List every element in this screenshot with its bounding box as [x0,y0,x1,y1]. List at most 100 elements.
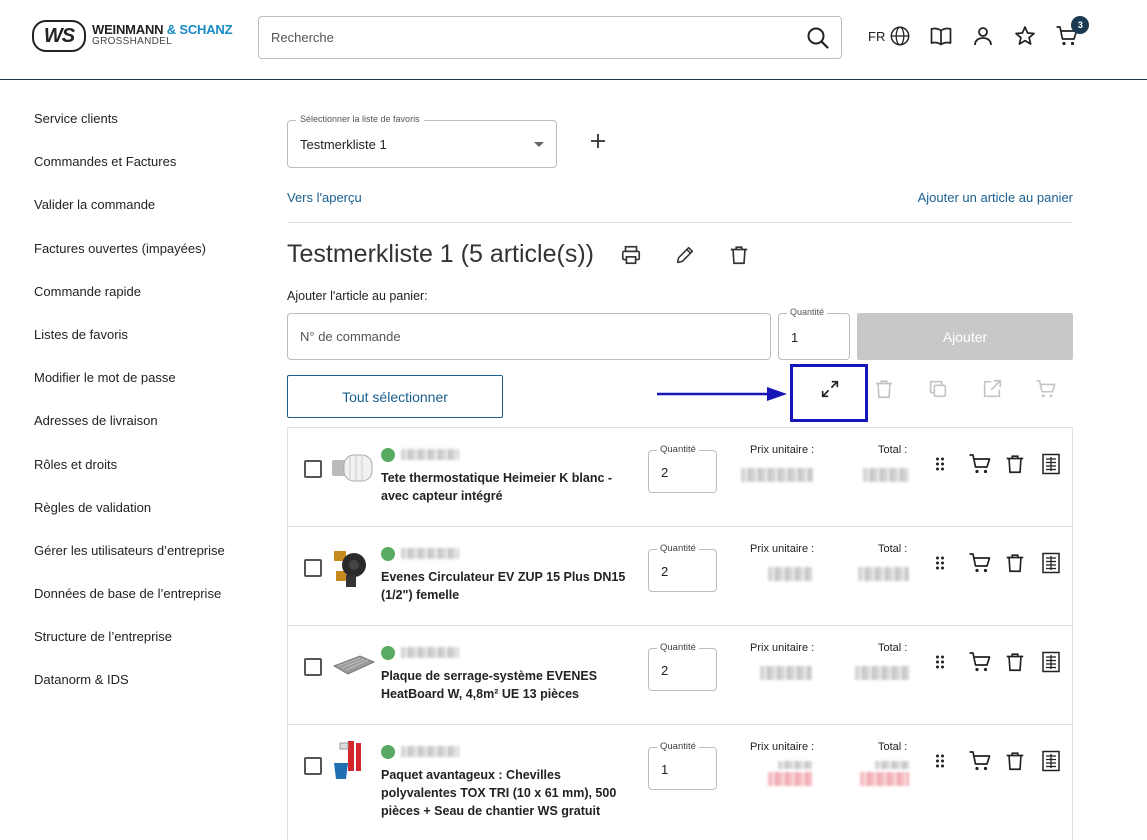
account-sidebar: Service clients Commandes et Factures Va… [34,110,225,715]
row-add-to-cart-button[interactable] [968,452,992,476]
row-datasheet-button[interactable] [1039,650,1063,674]
site-header: WS WEINMANN & SCHANZ GROSSHANDEL FR 3 [0,0,1147,80]
cart-count-badge: 3 [1071,16,1090,34]
quantity-field[interactable]: Quantité 2 [648,543,717,592]
redacted-old-unit-price [778,761,812,769]
sidebar-item-adresses-livraison[interactable]: Adresses de livraison [34,412,225,455]
sidebar-item-factures-ouvertes[interactable]: Factures ouvertes (impayées) [34,240,225,283]
quantity-field[interactable]: Quantité 1 [648,741,717,790]
add-to-cart-button[interactable]: Ajouter [857,313,1073,360]
edit-list-button[interactable] [673,243,697,267]
bulk-delete-button[interactable] [872,377,896,401]
sidebar-item-utilisateurs[interactable]: Gérer les utilisateurs d’entreprise [34,542,225,585]
row-checkbox[interactable] [304,559,322,577]
search-button[interactable] [795,17,841,58]
dropdown-arrow-icon [534,142,544,147]
sidebar-item-regles-validation[interactable]: Règles de validation [34,499,225,542]
catalog-button[interactable] [929,24,953,48]
trash-icon [875,380,893,399]
quantity-label: Quantité [657,741,699,752]
stock-status-indicator [381,448,395,462]
stock-status-indicator [381,745,395,759]
bulk-add-to-cart-button[interactable] [1034,377,1058,401]
product-image-heatboard [332,655,376,675]
divider [287,222,1073,223]
expand-view-button[interactable] [818,377,842,401]
sidebar-item-structure[interactable]: Structure de l’entreprise [34,628,225,671]
unit-price-label: Prix unitaire : [750,444,815,456]
row-add-to-cart-button[interactable] [968,749,992,773]
plus-icon [591,134,605,148]
table-row: Paquet avantageux : Chevilles polyvalent… [288,725,1072,840]
table-row: Tete thermostatique Heimeier K blanc - a… [288,428,1072,527]
row-delete-button[interactable] [1003,749,1027,773]
drag-handle-icon [936,457,944,471]
globe-icon [890,26,910,46]
quantity-label: Quantité [787,307,828,317]
delete-list-button[interactable] [727,243,751,267]
row-add-to-cart-button[interactable] [968,551,992,575]
quantity-field[interactable]: Quantité 2 [648,444,717,493]
order-number-input[interactable] [287,313,771,360]
cart-icon [969,652,991,672]
sidebar-item-roles-droits[interactable]: Rôles et droits [34,456,225,499]
redacted-unit-price [760,666,812,680]
sidebar-item-commandes-factures[interactable]: Commandes et Factures [34,153,225,196]
select-all-button[interactable]: Tout sélectionner [287,375,503,418]
total-label: Total : [878,444,908,456]
new-list-button[interactable] [586,129,610,153]
trash-icon [1006,752,1024,771]
quantity-value: 1 [791,330,799,345]
row-checkbox[interactable] [304,460,322,478]
bulk-copy-button[interactable] [926,377,950,401]
redacted-unit-price [768,567,812,581]
account-button[interactable] [971,24,995,48]
user-icon [974,27,993,46]
quantity-value: 1 [661,762,669,777]
product-list: Tete thermostatique Heimeier K blanc - a… [287,427,1073,840]
sidebar-item-commande-rapide[interactable]: Commande rapide [34,283,225,326]
quantity-field[interactable]: Quantité 1 [778,307,850,360]
company-logo[interactable]: WS WEINMANN & SCHANZ GROSSHANDEL [32,19,233,53]
sidebar-item-donnees-base[interactable]: Données de base de l’entreprise [34,585,225,628]
quantity-field[interactable]: Quantité 2 [648,642,717,691]
drag-handle[interactable] [928,551,952,575]
product-name: Tete thermostatique Heimeier K blanc - a… [381,471,613,503]
row-checkbox[interactable] [304,757,322,775]
datasheet-icon [1042,552,1060,574]
favorites-list-select[interactable]: Sélectionner la liste de favoris Testmer… [287,114,557,168]
trash-icon [1006,653,1024,672]
product-name: Paquet avantageux : Chevilles polyvalent… [381,768,617,818]
sidebar-item-mot-de-passe[interactable]: Modifier le mot de passe [34,369,225,412]
sidebar-item-listes-favoris[interactable]: Listes de favoris [34,326,225,369]
row-datasheet-button[interactable] [1039,452,1063,476]
drag-handle[interactable] [928,749,952,773]
row-add-to-cart-button[interactable] [968,650,992,674]
sidebar-item-service-clients[interactable]: Service clients [34,110,225,153]
total-label: Total : [878,741,908,753]
datasheet-icon [1042,453,1060,475]
add-article-link[interactable]: Ajouter un article au panier [918,190,1073,205]
drag-handle[interactable] [928,650,952,674]
cart-button[interactable]: 3 [1055,16,1090,48]
row-datasheet-button[interactable] [1039,749,1063,773]
row-datasheet-button[interactable] [1039,551,1063,575]
row-delete-button[interactable] [1003,452,1027,476]
drag-handle-icon [936,655,944,669]
row-delete-button[interactable] [1003,650,1027,674]
row-delete-button[interactable] [1003,551,1027,575]
row-checkbox[interactable] [304,658,322,676]
sidebar-item-datanorm[interactable]: Datanorm & IDS [34,671,225,714]
favorites-button[interactable] [1013,24,1037,48]
stock-status-indicator [381,547,395,561]
quantity-label: Quantité [657,543,699,554]
bulk-export-button[interactable] [980,377,1004,401]
drag-handle[interactable] [928,452,952,476]
search-input[interactable] [259,17,795,58]
print-button[interactable] [619,243,643,267]
drag-handle-icon [936,754,944,768]
redacted-total-price [858,567,909,581]
sidebar-item-valider-commande[interactable]: Valider la commande [34,196,225,239]
overview-link[interactable]: Vers l'aperçu [287,190,362,205]
language-switcher[interactable]: FR [868,25,911,47]
